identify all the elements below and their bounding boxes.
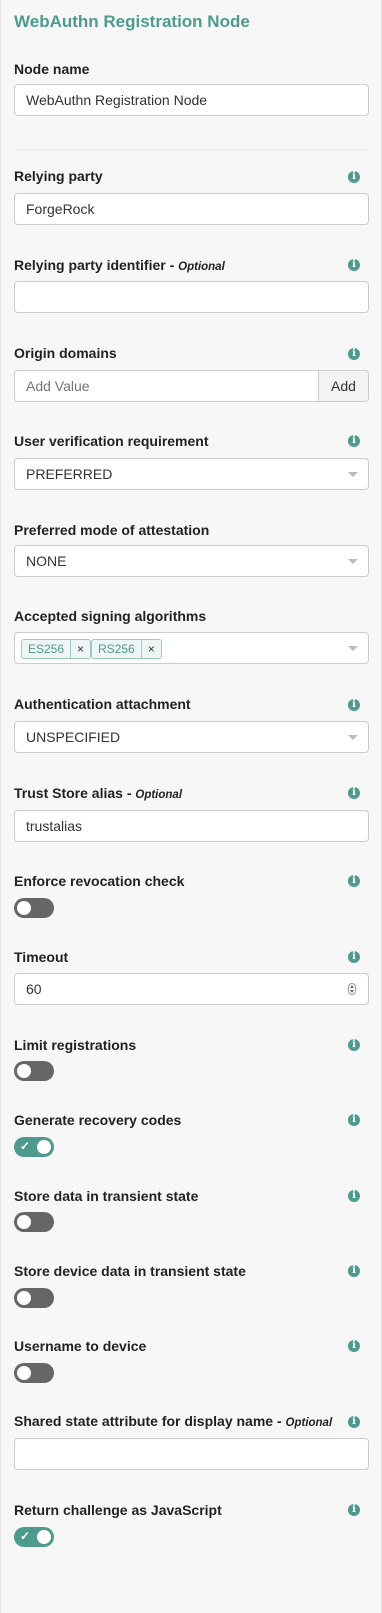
limit-registrations-label: Limit registrations bbox=[14, 1037, 137, 1053]
info-icon[interactable]: i bbox=[348, 259, 360, 271]
info-icon[interactable]: i bbox=[348, 1039, 360, 1051]
signing-algorithms-label: Accepted signing algorithms bbox=[14, 608, 207, 624]
timeout-label: Timeout bbox=[14, 949, 69, 965]
chevron-down-icon bbox=[348, 472, 358, 477]
return-challenge-js-toggle[interactable]: ✓ bbox=[14, 1527, 54, 1547]
tag-rs256: RS256 × bbox=[91, 639, 162, 659]
origin-domains-label: Origin domains bbox=[14, 345, 117, 361]
add-origin-button[interactable]: Add bbox=[318, 370, 369, 402]
info-icon[interactable]: i bbox=[348, 171, 360, 183]
toggle-knob bbox=[17, 1366, 31, 1380]
timeout-value: 60 bbox=[26, 981, 42, 997]
username-to-device-label: Username to device bbox=[14, 1338, 147, 1354]
info-icon[interactable]: i bbox=[348, 787, 360, 799]
remove-tag-icon[interactable]: × bbox=[70, 640, 90, 658]
info-icon[interactable]: i bbox=[348, 435, 360, 447]
check-icon: ✓ bbox=[20, 1139, 31, 1153]
info-icon[interactable]: i bbox=[348, 1340, 360, 1352]
info-icon[interactable]: i bbox=[348, 348, 360, 360]
relying-party-identifier-label: Relying party identifier - Optional bbox=[14, 257, 225, 273]
attestation-mode-select[interactable]: NONE bbox=[14, 545, 369, 577]
toggle-knob bbox=[17, 1064, 31, 1078]
enforce-revocation-label: Enforce revocation check bbox=[14, 873, 185, 889]
display-name-attribute-label: Shared state attribute for display name … bbox=[14, 1413, 333, 1429]
authentication-attachment-label: Authentication attachment bbox=[14, 696, 191, 712]
trust-store-alias-label: Trust Store alias - Optional bbox=[14, 785, 183, 801]
enforce-revocation-toggle[interactable] bbox=[14, 898, 54, 918]
node-name-label: Node name bbox=[14, 61, 90, 77]
store-transient-label: Store data in transient state bbox=[14, 1188, 199, 1204]
limit-registrations-toggle[interactable] bbox=[14, 1061, 54, 1081]
store-device-transient-toggle[interactable] bbox=[14, 1288, 54, 1308]
remove-tag-icon[interactable]: × bbox=[140, 640, 161, 658]
info-icon[interactable]: i bbox=[348, 1114, 360, 1126]
user-verification-label: User verification requirement bbox=[14, 433, 209, 449]
info-icon[interactable]: i bbox=[348, 1265, 360, 1277]
user-verification-value: PREFERRED bbox=[26, 466, 113, 482]
toggle-knob bbox=[17, 1291, 31, 1305]
relying-party-label: Relying party bbox=[14, 168, 103, 184]
tag-es256: ES256 × bbox=[21, 639, 92, 659]
timeout-input[interactable]: 60 bbox=[14, 973, 369, 1005]
chevron-down-icon bbox=[348, 559, 358, 564]
panel-title: WebAuthn Registration Node bbox=[14, 12, 250, 31]
attestation-mode-label: Preferred mode of attestation bbox=[14, 522, 210, 538]
origin-domains-input[interactable] bbox=[14, 370, 319, 402]
chevron-down-icon bbox=[348, 646, 358, 651]
info-icon[interactable]: i bbox=[348, 699, 360, 711]
toggle-knob bbox=[17, 901, 31, 915]
toggle-knob bbox=[17, 1215, 31, 1229]
authentication-attachment-select[interactable]: UNSPECIFIED bbox=[14, 721, 369, 753]
info-icon[interactable]: i bbox=[348, 1190, 360, 1202]
info-icon[interactable]: i bbox=[348, 875, 360, 887]
stepper-icon[interactable] bbox=[348, 983, 356, 995]
divider bbox=[14, 149, 369, 150]
toggle-knob bbox=[37, 1140, 51, 1154]
toggle-knob bbox=[37, 1530, 51, 1544]
signing-algorithms-select[interactable]: ES256 × RS256 × bbox=[14, 632, 369, 664]
trust-store-alias-input[interactable] bbox=[14, 810, 369, 842]
recovery-codes-toggle[interactable]: ✓ bbox=[14, 1137, 54, 1157]
user-verification-select[interactable]: PREFERRED bbox=[14, 458, 369, 490]
info-icon[interactable]: i bbox=[348, 951, 360, 963]
return-challenge-js-label: Return challenge as JavaScript bbox=[14, 1502, 222, 1518]
node-name-input[interactable] bbox=[14, 84, 369, 116]
store-device-transient-label: Store device data in transient state bbox=[14, 1263, 246, 1279]
info-icon[interactable]: i bbox=[348, 1416, 360, 1428]
relying-party-identifier-input[interactable] bbox=[14, 281, 369, 313]
relying-party-input[interactable] bbox=[14, 193, 369, 225]
authentication-attachment-value: UNSPECIFIED bbox=[26, 729, 121, 745]
chevron-down-icon bbox=[348, 735, 358, 740]
display-name-attribute-input[interactable] bbox=[14, 1438, 369, 1470]
info-icon[interactable]: i bbox=[348, 1504, 360, 1516]
username-to-device-toggle[interactable] bbox=[14, 1363, 54, 1383]
store-transient-toggle[interactable] bbox=[14, 1212, 54, 1232]
node-properties-panel: WebAuthn Registration Node Node name Rel… bbox=[0, 0, 382, 1613]
recovery-codes-label: Generate recovery codes bbox=[14, 1112, 182, 1128]
attestation-mode-value: NONE bbox=[26, 553, 67, 569]
check-icon: ✓ bbox=[20, 1529, 31, 1543]
